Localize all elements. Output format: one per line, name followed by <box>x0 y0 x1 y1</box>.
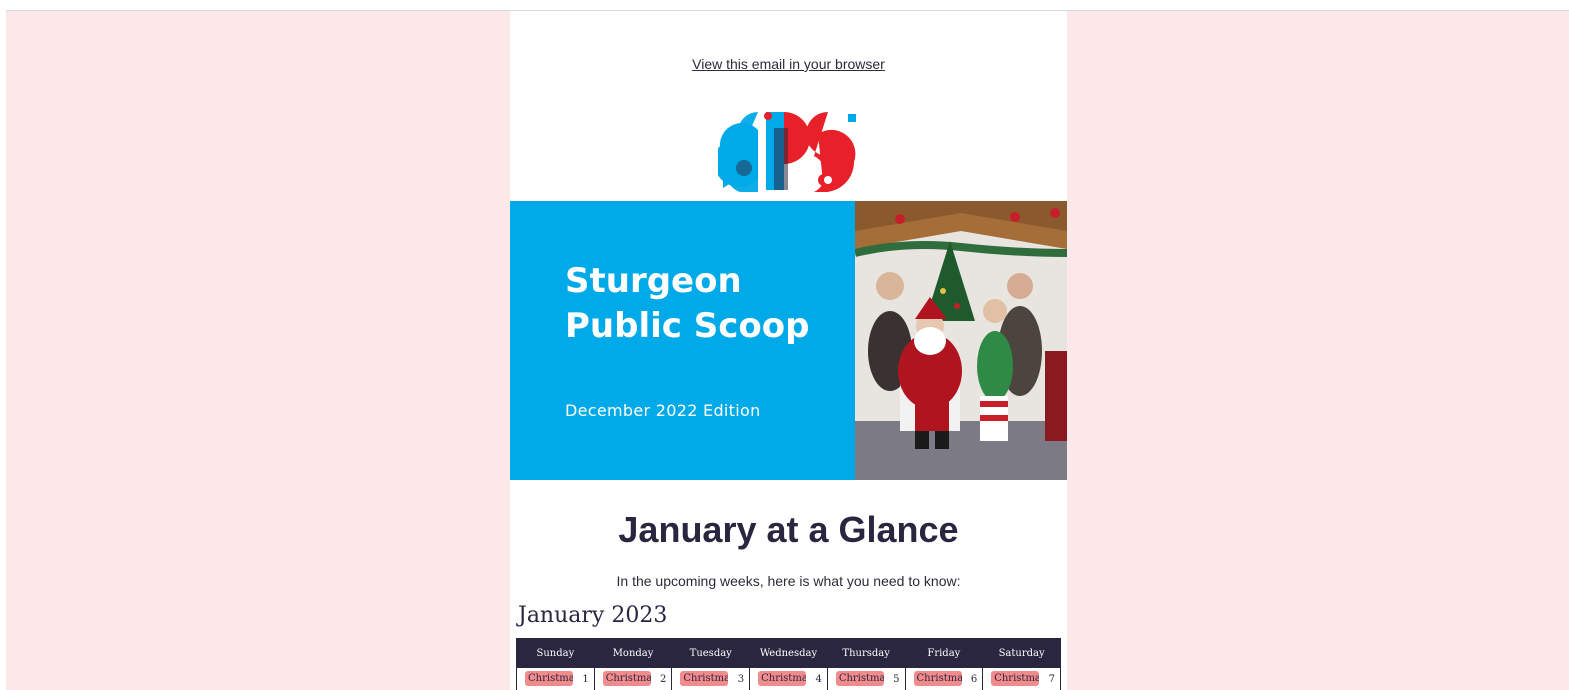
day-number: 4 <box>815 674 822 685</box>
calendar-day-cell: Christmas 4 <box>749 667 828 690</box>
hero-text-panel: Sturgeon Public Scoop December 2022 Edit… <box>510 201 855 480</box>
weekday-header: Friday <box>904 638 984 668</box>
day-number: 6 <box>970 674 978 685</box>
left-edge-strip <box>0 10 6 690</box>
calendar-event[interactable]: Christmas <box>602 671 651 686</box>
calendar-event[interactable]: Christmas <box>680 671 729 686</box>
newsletter-title: Sturgeon Public Scoop <box>565 261 810 346</box>
day-number: 3 <box>737 674 745 685</box>
calendar-day-cell: Christmas 5 <box>826 667 906 690</box>
santa-photo <box>854 201 1067 480</box>
weekday-header: Wednesday <box>749 638 828 668</box>
calendar-event[interactable]: Christmas <box>835 671 884 686</box>
calendar-day-cell: Christmas 3 <box>671 667 751 690</box>
calendar-day-cell: Christmas 1 <box>516 667 595 690</box>
view-in-browser-link[interactable]: View this email in your browser <box>510 56 1067 72</box>
weekday-header: Saturday <box>982 638 1061 668</box>
weekday-header: Sunday <box>516 638 595 668</box>
day-number: 1 <box>582 674 589 685</box>
section-heading: January at a Glance <box>618 509 959 550</box>
calendar-day-cell: Christmas 2 <box>593 667 673 690</box>
calendar-event[interactable]: Christmas <box>525 671 573 686</box>
section-intro: In the upcoming weeks, here is what you … <box>616 573 961 589</box>
calendar-day-cell: Christmas 6 <box>904 667 984 690</box>
day-number: 2 <box>660 674 667 685</box>
day-number: 5 <box>893 674 900 685</box>
calendar-event[interactable]: Christmas <box>758 671 807 686</box>
calendar-day-cell: Christmas 7 <box>982 667 1061 690</box>
calendar-event[interactable]: Christmas <box>991 671 1040 686</box>
sps-logo <box>714 108 858 197</box>
weekday-header: Thursday <box>826 638 906 668</box>
weekday-header: Tuesday <box>671 638 751 668</box>
edition-subtitle: December 2022 Edition <box>565 401 761 420</box>
email-container: View this email in your browser Sturgeon… <box>510 11 1067 690</box>
calendar-table: Sunday Monday Tuesday Wednesday Thursday… <box>516 638 1061 690</box>
weekday-header: Monday <box>593 638 673 668</box>
browser-top-bar <box>0 0 1569 11</box>
calendar-event[interactable]: Christmas <box>913 671 962 686</box>
calendar-month-title: January 2023 <box>518 603 668 628</box>
hero-banner: Sturgeon Public Scoop December 2022 Edit… <box>510 201 1067 480</box>
day-number: 7 <box>1048 674 1055 685</box>
